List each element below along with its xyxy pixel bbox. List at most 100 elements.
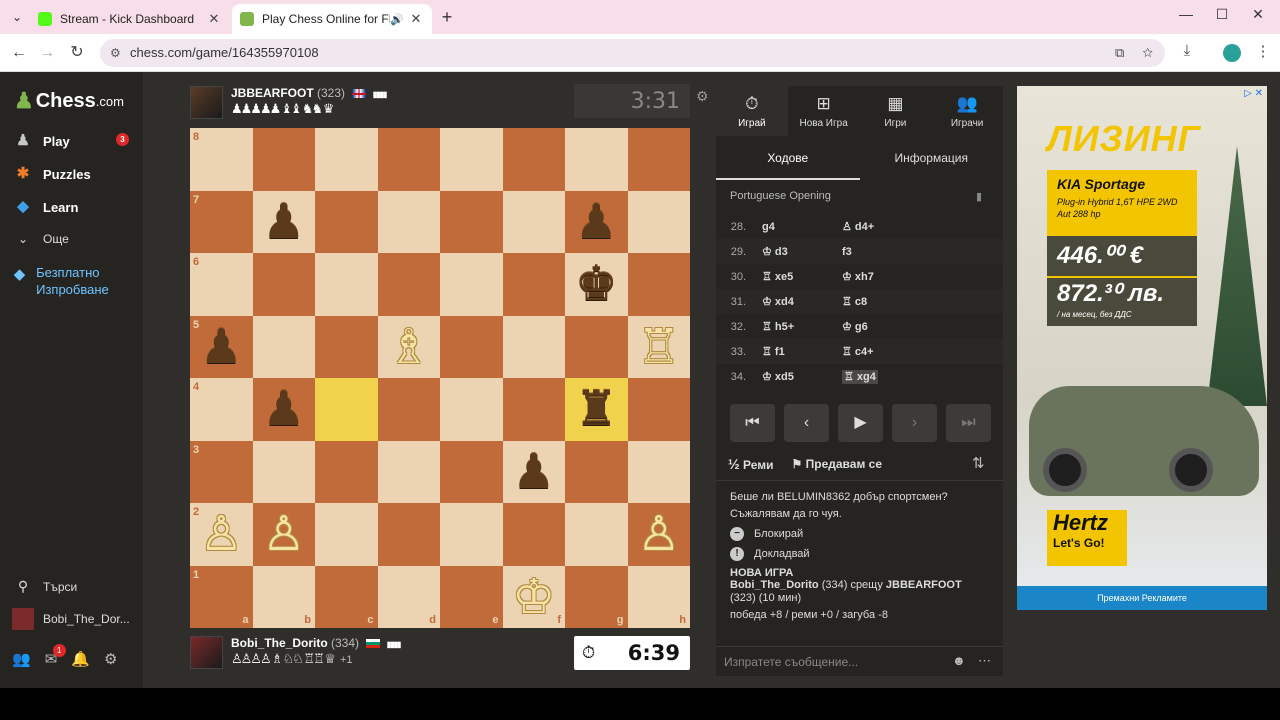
square-a4[interactable]: 4 [190, 378, 253, 441]
square-h6[interactable] [627, 253, 690, 316]
square-g8[interactable] [565, 128, 628, 191]
black-move[interactable]: ♔ xh7 [834, 270, 914, 283]
square-h3[interactable] [627, 440, 690, 503]
square-b2[interactable]: ♙ [252, 503, 315, 566]
forward-icon[interactable]: → [36, 42, 58, 64]
square-a1[interactable]: 1a [190, 565, 253, 628]
square-d3[interactable] [377, 440, 440, 503]
black-move[interactable]: ♔ g6 [834, 320, 914, 333]
player-name[interactable]: Bobi_The_Dorito [231, 636, 328, 650]
close-tab-icon[interactable]: ✕ [206, 11, 222, 27]
square-f1[interactable]: f ♔ [502, 565, 566, 629]
tab-play[interactable]: ⏱ Играй [716, 86, 788, 136]
square-g6[interactable]: ♚ [565, 253, 628, 316]
white-move[interactable]: ♔ xd4 [754, 295, 834, 308]
sidebar-search[interactable]: ⚲ Търси [12, 578, 77, 595]
square-d2[interactable] [377, 503, 440, 566]
square-e4[interactable] [440, 378, 503, 441]
black-piece[interactable]: ♚ [565, 253, 628, 316]
browser-tab-chess[interactable]: Play Chess Online for FREE 🔊 ✕ [232, 4, 432, 34]
square-g2[interactable] [565, 503, 628, 566]
resign-button[interactable]: ⚑ Предавам се [792, 457, 882, 471]
chess-board[interactable]: 8 7 ♟ ♟ 6 ♚ 5 ♟ ♗ ♖ 4 ♟ ♜ 3 ♟ 2 ♙ ♙ ♙ 1 a b c d e f ♔ g h [190, 128, 690, 628]
board-settings-icon[interactable]: ⚙ [696, 88, 709, 105]
last-move-button[interactable]: ⏭ [946, 404, 991, 442]
minimize-icon[interactable]: — [1166, 6, 1206, 22]
tab-new-game[interactable]: ⊞ Нова Игра [788, 86, 860, 136]
white-move[interactable]: ♖ xe5 [754, 270, 834, 283]
square-c3[interactable] [315, 440, 378, 503]
bell-icon[interactable]: 🔔 [71, 650, 90, 668]
bottom-player-avatar[interactable] [190, 636, 223, 669]
more-options-icon[interactable]: ⋯ [978, 653, 991, 669]
square-d8[interactable] [377, 128, 440, 191]
square-d5[interactable]: ♗ [377, 315, 440, 378]
subtab-info[interactable]: Информация [860, 142, 1004, 180]
black-move[interactable]: ♖ c4+ [834, 345, 914, 358]
remove-ads-button[interactable]: Премахни Рекламите [1017, 586, 1267, 610]
square-d7[interactable] [377, 190, 440, 253]
black-piece[interactable]: ♟ [565, 191, 628, 254]
advertisement[interactable]: ▷ ✕ ЛИЗИНГ KIA Sportage Plug-in Hybrid 1… [1017, 86, 1267, 610]
square-f8[interactable] [502, 128, 565, 191]
tab-search-icon[interactable]: ⌄ [8, 8, 26, 26]
site-info-icon[interactable]: ⚙ [110, 39, 121, 67]
tab-players[interactable]: 👥 Играчи [931, 86, 1003, 136]
square-b6[interactable] [252, 253, 315, 316]
previous-move-button[interactable]: ‹ [784, 404, 829, 442]
chess-logo[interactable]: ♟ Chess .com [14, 88, 124, 114]
square-d1[interactable]: d [377, 565, 440, 628]
square-c6[interactable] [315, 253, 378, 316]
black-piece[interactable]: ♟ [190, 316, 253, 379]
square-b5[interactable] [252, 315, 315, 378]
back-icon[interactable]: ← [8, 42, 30, 64]
close-tab-icon[interactable]: ✕ [408, 11, 424, 27]
speaker-icon[interactable]: 🔊 [390, 13, 404, 26]
square-h4[interactable] [627, 378, 690, 441]
square-f6[interactable] [502, 253, 565, 316]
draw-button[interactable]: ½ Реми [728, 456, 774, 472]
white-move[interactable]: ♖ f1 [754, 345, 834, 358]
square-f3[interactable]: ♟ [502, 440, 566, 504]
black-piece[interactable]: ♟ [503, 441, 566, 504]
square-e3[interactable] [440, 440, 503, 503]
square-b1[interactable]: b [252, 565, 315, 628]
square-a8[interactable]: 8 [190, 128, 253, 191]
report-option[interactable]: ! Докладвай [730, 547, 989, 561]
black-move[interactable]: ♙ d4+ [834, 220, 914, 233]
address-bar[interactable]: ⚙ chess.com/game/164355970108 ⧉ ☆ [100, 39, 1165, 67]
browser-menu-icon[interactable]: ⋮ [1252, 42, 1274, 60]
square-d4[interactable] [377, 378, 440, 441]
square-a7[interactable]: 7 [190, 190, 253, 253]
match-player-1[interactable]: Bobi_The_Dorito [730, 579, 819, 591]
sidebar-item-puzzles[interactable]: ✱ Puzzles [12, 163, 91, 185]
black-move[interactable]: ♖ xg4 [834, 370, 914, 384]
play-button[interactable]: ▶ [838, 404, 883, 442]
white-move[interactable]: ♔ d3 [754, 245, 834, 258]
square-e1[interactable]: e [440, 565, 503, 628]
new-tab-button[interactable]: + [436, 6, 458, 28]
white-piece[interactable]: ♔ [503, 566, 566, 629]
square-h2[interactable]: ♙ [627, 503, 690, 566]
square-a2[interactable]: 2 ♙ [190, 503, 253, 566]
emoji-icon[interactable]: ☻ [952, 653, 966, 668]
flip-board-icon[interactable]: ⇅ [972, 454, 985, 472]
sidebar-profile[interactable]: Bobi_The_Dor... [12, 608, 130, 630]
browser-tab-kick[interactable]: Stream - Kick Dashboard ✕ [30, 4, 230, 34]
square-f4[interactable] [502, 378, 565, 441]
square-a6[interactable]: 6 [190, 253, 253, 316]
settings-gear-icon[interactable]: ⚙ [104, 650, 117, 668]
first-move-button[interactable]: ⏮ [730, 404, 775, 442]
square-g1[interactable]: g [565, 565, 628, 628]
square-f2[interactable] [502, 503, 565, 566]
white-move[interactable]: ♖ h5+ [754, 320, 834, 333]
friends-icon[interactable]: 👥 [12, 650, 31, 668]
square-f5[interactable] [502, 315, 565, 378]
maximize-icon[interactable]: ☐ [1202, 6, 1242, 23]
square-h8[interactable] [627, 128, 690, 191]
reload-icon[interactable]: ↻ [66, 42, 88, 64]
sidebar-free-trial[interactable]: ◆ Безплатно Изпробване [12, 264, 132, 298]
square-b4[interactable]: ♟ [252, 378, 315, 441]
white-move[interactable]: ♔ xd5 [754, 370, 834, 383]
sidebar-item-learn[interactable]: ◆ Learn [12, 196, 78, 218]
